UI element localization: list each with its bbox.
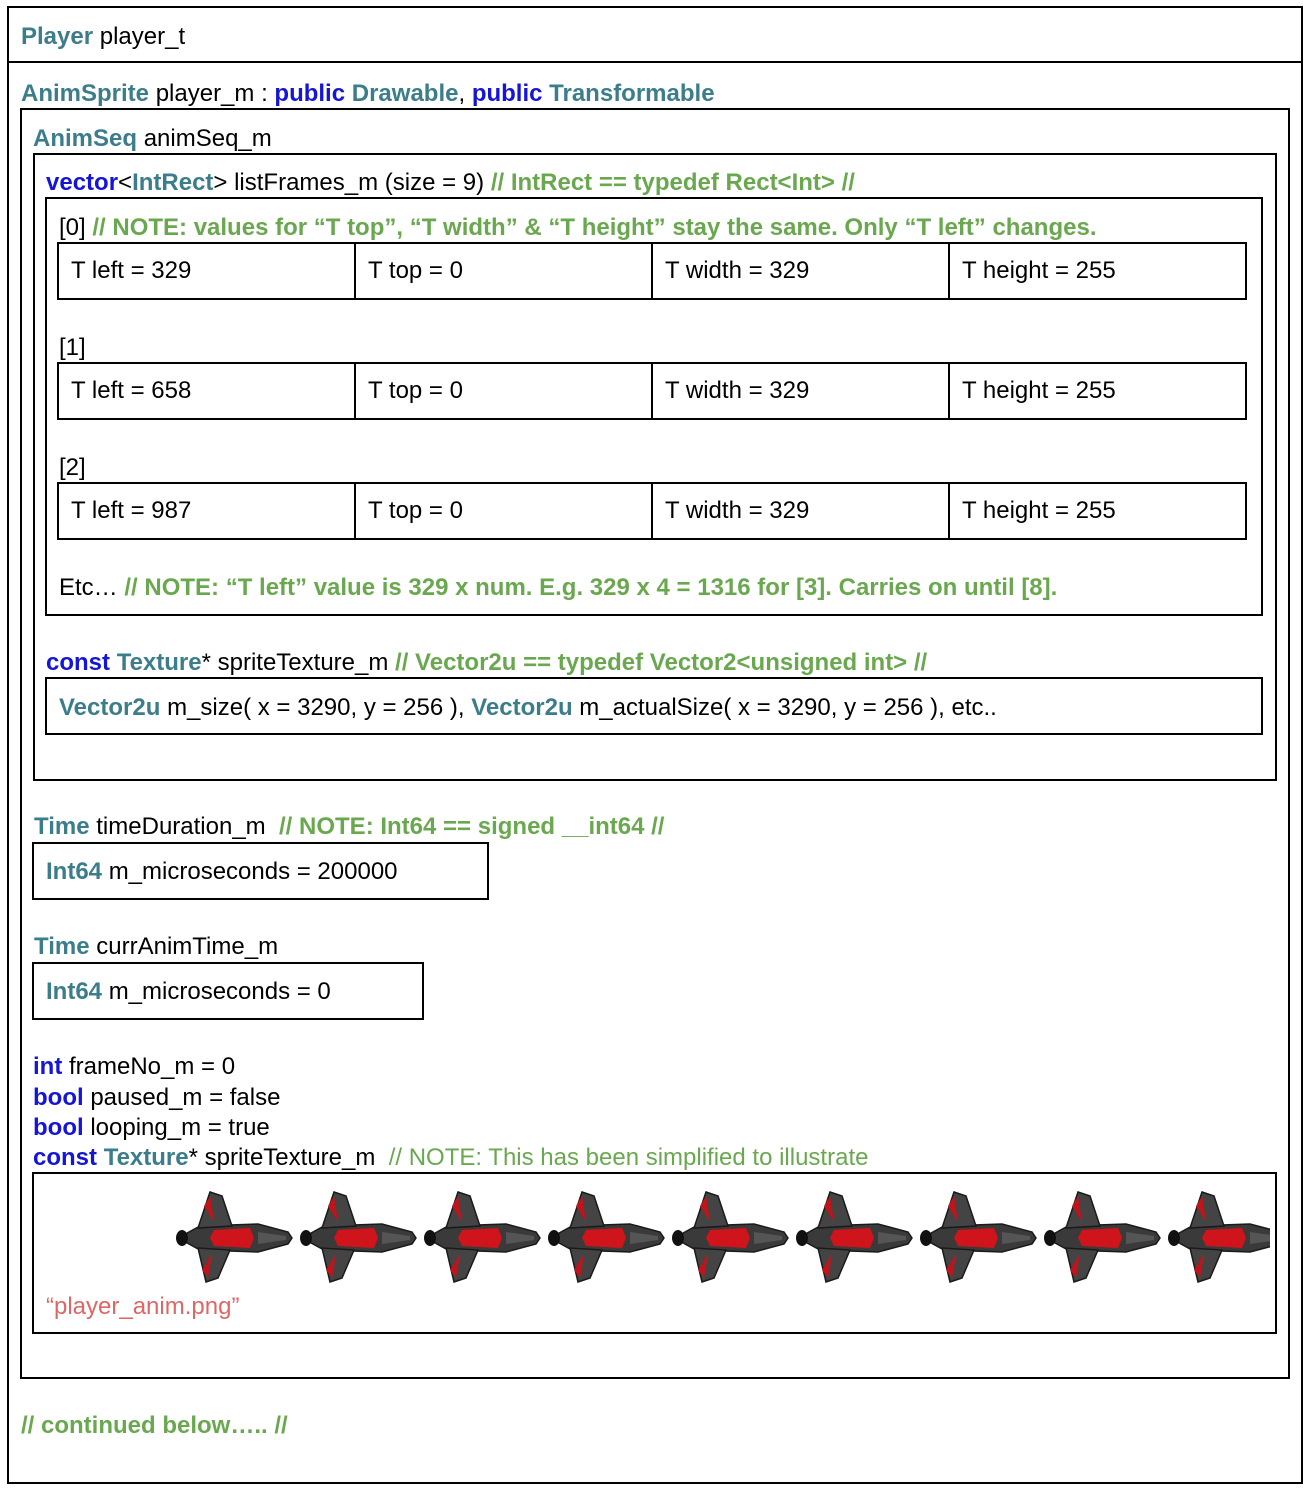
base-separator: , — [458, 80, 466, 107]
field-keyword: int — [33, 1053, 63, 1080]
field-text: looping_m = true — [90, 1114, 270, 1141]
field-keyword: bool — [33, 1084, 84, 1111]
curr-anim-time-name: currAnimTime_m — [96, 933, 279, 960]
frames-etc: Etc… // NOTE: “T left” value is 329 x nu… — [59, 573, 1057, 603]
vector-comment: // IntRect == typedef Rect<Int> // — [490, 169, 855, 196]
animsprite-name: player_m : — [155, 80, 268, 107]
frame-cell-height: T height = 255 — [962, 257, 1116, 284]
frame-cell-left: T left = 329 — [59, 244, 356, 298]
sprite-frame-2 — [423, 1191, 541, 1283]
time-duration-comment: // NOTE: Int64 == signed __int64 // — [279, 813, 665, 840]
actual-size-text: m_actualSize( x = 3290, y = 256 ), etc.. — [579, 694, 997, 721]
frame-cell-top: T top = 0 — [356, 484, 653, 538]
size-type: Vector2u — [59, 694, 161, 721]
vector-declaration: vector<IntRect> listFrames_m (size = 9) … — [46, 168, 855, 198]
time-duration-name: timeDuration_m — [96, 813, 266, 840]
player-divider — [7, 61, 1303, 63]
curr-anim-time-type: Time — [34, 933, 90, 960]
animsprite-declaration: AnimSprite player_m : public Drawable, p… — [21, 79, 715, 109]
vector-lt: < — [118, 169, 133, 196]
field-text: paused_m = false — [90, 1084, 281, 1111]
animseq-name: animSeq_m — [143, 125, 272, 152]
texture-comment: // Vector2u == typedef Vector2<unsigned … — [395, 649, 928, 676]
sprite-frame-3 — [547, 1191, 665, 1283]
frame-index: [1] — [59, 334, 86, 361]
footer-comment: // continued below….. // — [21, 1411, 288, 1441]
etc-comment: // NOTE: “T left” value is 329 x num. E.… — [124, 574, 1058, 601]
texture-type: Texture — [116, 649, 202, 676]
texture-const-keyword: const — [46, 649, 111, 676]
frame-0-row: T left = 329 T top = 0 T width = 329 T h… — [57, 242, 1247, 300]
sprite-frame-4 — [671, 1191, 789, 1283]
frame-cell-top: T top = 0 — [356, 244, 653, 298]
frame-cell-height: T height = 255 — [962, 377, 1116, 404]
int64-type: Int64 — [46, 978, 103, 1005]
field-looping: bool looping_m = true — [33, 1113, 270, 1143]
frame-index: [2] — [59, 454, 86, 481]
frame-comment: // NOTE: values for “T top”, “T width” &… — [92, 214, 1097, 241]
continued-comment: // continued below….. // — [21, 1412, 288, 1439]
animseq-declaration: AnimSeq animSeq_m — [33, 124, 272, 154]
sprite-frames-group — [175, 1191, 1270, 1283]
frame-1-row: T left = 658 T top = 0 T width = 329 T h… — [57, 362, 1247, 420]
frame-cell-width: T width = 329 — [653, 244, 950, 298]
sprite-frame-5 — [795, 1191, 913, 1283]
int64-type: Int64 — [46, 858, 103, 885]
frame-2-row: T left = 987 T top = 0 T width = 329 T h… — [57, 482, 1247, 540]
sprite-frame-0 — [175, 1191, 293, 1283]
sprite-texture-type: Texture — [103, 1144, 189, 1171]
actual-size-type: Vector2u — [471, 694, 573, 721]
sprite-texture-comment: // NOTE: This has been simplified to ill… — [388, 1144, 869, 1171]
frame-cell-width: T width = 329 — [653, 364, 950, 418]
sprite-texture-const-keyword: const — [33, 1144, 98, 1171]
sprite-frame-8 — [1167, 1191, 1270, 1283]
player-type: Player — [21, 23, 94, 50]
field-text: frameNo_m = 0 — [69, 1053, 236, 1080]
texture-size-line: Vector2u m_size( x = 3290, y = 256 ), Ve… — [59, 693, 997, 723]
animsprite-type: AnimSprite — [21, 80, 150, 107]
frame-index: [0] — [59, 214, 86, 241]
texture-declaration: const Texture* spriteTexture_m // Vector… — [46, 648, 927, 678]
frame-cell-top: T top = 0 — [356, 364, 653, 418]
frame-0-label: [0] // NOTE: values for “T top”, “T widt… — [59, 213, 1096, 243]
base-keyword-1: public — [274, 80, 346, 107]
base-class-transformable: Transformable — [549, 80, 715, 107]
field-keyword: bool — [33, 1114, 84, 1141]
time-duration-declaration: Time timeDuration_m // NOTE: Int64 == si… — [34, 812, 664, 842]
frame-cell-left: T left = 658 — [59, 364, 356, 418]
sprite-texture-rest: * spriteTexture_m — [188, 1144, 376, 1171]
vector-elem-type: IntRect — [132, 169, 214, 196]
vector-keyword: vector — [46, 169, 119, 196]
sprite-filename: “player_anim.png” — [46, 1292, 239, 1322]
size-text: m_size( x = 3290, y = 256 ), — [167, 694, 465, 721]
animseq-type: AnimSeq — [33, 125, 138, 152]
vector-rest: > listFrames_m (size = 9) — [213, 169, 485, 196]
etc-text: Etc… — [59, 574, 118, 601]
sprite-frame-7 — [1043, 1191, 1161, 1283]
player-declaration: Player player_t — [21, 22, 185, 52]
sprite-frame-6 — [919, 1191, 1037, 1283]
field-paused: bool paused_m = false — [33, 1083, 280, 1113]
sprite-texture-declaration: const Texture* spriteTexture_m // NOTE: … — [33, 1143, 868, 1173]
player-name: player_t — [99, 23, 186, 50]
sprite-frame-1 — [299, 1191, 417, 1283]
frame-cell-height: T height = 255 — [962, 497, 1116, 524]
field-frame-no: int frameNo_m = 0 — [33, 1052, 235, 1082]
texture-rest: * spriteTexture_m — [201, 649, 389, 676]
base-class-drawable: Drawable — [351, 80, 459, 107]
curr-anim-time-declaration: Time currAnimTime_m — [34, 932, 278, 962]
sprite-sheet-image — [175, 1191, 1270, 1283]
frame-cell-left: T left = 987 — [59, 484, 356, 538]
filename-text: “player_anim.png” — [46, 1293, 240, 1320]
curr-anim-time-value: Int64 m_microseconds = 0 — [46, 977, 331, 1007]
frame-1-label: [1] — [59, 333, 86, 363]
frame-2-label: [2] — [59, 453, 86, 483]
time-duration-type: Time — [34, 813, 90, 840]
microseconds-text: m_microseconds = 0 — [108, 978, 331, 1005]
frame-cell-width: T width = 329 — [653, 484, 950, 538]
time-duration-value: Int64 m_microseconds = 200000 — [46, 857, 398, 887]
base-keyword-2: public — [471, 80, 543, 107]
microseconds-text: m_microseconds = 200000 — [108, 858, 398, 885]
